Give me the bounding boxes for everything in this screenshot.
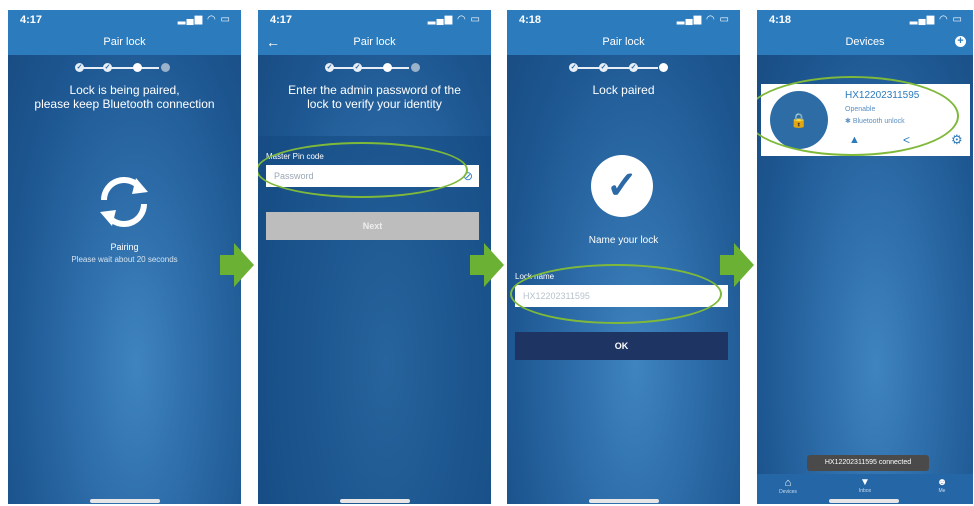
title-bar: Pair lock	[8, 32, 241, 55]
status-bar: 4:17 ▂▄▆ ◠ ▭	[8, 10, 241, 32]
signal-wifi-battery-icon: ▂▄▆ ◠ ▭	[909, 14, 963, 25]
home-indicator	[90, 499, 160, 503]
home-indicator	[589, 499, 659, 503]
home-icon: ⌂	[784, 477, 792, 489]
tab-inbox[interactable]: ▼ Inbox	[850, 477, 880, 494]
status-time: 4:18	[769, 14, 792, 26]
name-lock-heading: Name your lock	[588, 235, 659, 246]
page-title: Devices	[845, 36, 885, 48]
home-indicator	[829, 499, 899, 503]
me-icon: ☻	[936, 477, 948, 488]
title-bar: Pair lock	[507, 32, 740, 55]
step-4-dot	[161, 63, 170, 72]
step-2-check-icon: ✓	[599, 63, 608, 72]
flow-arrow-1	[220, 243, 254, 287]
status-bar: 4:18 ▂▄▆ ◠ ▭	[757, 10, 973, 32]
home-indicator	[340, 499, 410, 503]
step-1-check-icon: ✓	[569, 63, 578, 72]
screen-pairing: 4:17 ▂▄▆ ◠ ▭ Pair lock ✓ ✓ Lock is being…	[8, 10, 241, 504]
status-time: 4:17	[270, 14, 293, 26]
pairing-status: Pairing	[110, 242, 139, 252]
next-button[interactable]: Next	[266, 212, 479, 240]
password-heading: Enter the admin password of the lock to …	[288, 83, 461, 111]
step-indicator: ✓ ✓ ✓	[507, 59, 740, 77]
step-4-dot	[411, 63, 420, 72]
status-bar: 4:18 ▂▄▆ ◠ ▭	[507, 10, 740, 32]
plus-icon[interactable]: +	[955, 36, 966, 47]
signal-wifi-battery-icon: ▂▄▆ ◠ ▭	[177, 14, 231, 25]
screen-admin-password: 4:17 ▂▄▆ ◠ ▭ ← Pair lock ✓ ✓ Enter the a…	[258, 10, 491, 504]
page-title: Pair lock	[353, 36, 396, 48]
lock-paired-heading: Lock paired	[592, 83, 655, 97]
back-arrow-icon[interactable]: ←	[266, 32, 280, 52]
step-3-dot	[133, 63, 142, 72]
step-indicator: ✓ ✓	[258, 59, 491, 77]
pairing-hint: Please wait about 20 seconds	[71, 255, 178, 264]
screen-lock-paired: 4:18 ▂▄▆ ◠ ▭ Pair lock ✓ ✓ ✓ Lock paired…	[507, 10, 740, 504]
check-icon: ✓	[591, 155, 653, 217]
step-3-dot	[383, 63, 392, 72]
highlight-ellipse	[510, 264, 722, 324]
flow-arrow-3	[720, 243, 754, 287]
screen-devices: 4:18 ▂▄▆ ◠ ▭ Devices + 🔒 HX12202311595 O…	[757, 10, 973, 504]
signal-wifi-battery-icon: ▂▄▆ ◠ ▭	[676, 14, 730, 25]
page-title: Pair lock	[602, 36, 645, 48]
sync-icon	[100, 177, 148, 227]
pairing-heading: Lock is being paired, please keep Blueto…	[34, 83, 215, 111]
gear-icon[interactable]: ⚙	[951, 132, 963, 148]
step-4-dot	[659, 63, 668, 72]
step-indicator: ✓ ✓	[8, 59, 241, 77]
status-time: 4:18	[519, 14, 542, 26]
title-bar: Devices +	[757, 32, 973, 55]
signal-wifi-battery-icon: ▂▄▆ ◠ ▭	[427, 14, 481, 25]
step-2-check-icon: ✓	[103, 63, 112, 72]
flow-arrow-2	[470, 243, 504, 287]
inbox-icon: ▼	[860, 477, 870, 488]
highlight-ellipse	[258, 142, 468, 198]
tab-devices[interactable]: ⌂ Devices	[773, 477, 803, 495]
tab-me[interactable]: ☻ Me	[927, 477, 957, 494]
step-1-check-icon: ✓	[325, 63, 334, 72]
title-bar: ← Pair lock	[258, 32, 491, 55]
step-3-check-icon: ✓	[629, 63, 638, 72]
step-2-check-icon: ✓	[353, 63, 362, 72]
page-title: Pair lock	[103, 36, 146, 48]
status-bar: 4:17 ▂▄▆ ◠ ▭	[258, 10, 491, 32]
toast-message: HX12202311595 connected	[807, 455, 929, 471]
ok-button[interactable]: OK	[515, 332, 728, 360]
status-time: 4:17	[20, 14, 43, 26]
step-1-check-icon: ✓	[75, 63, 84, 72]
